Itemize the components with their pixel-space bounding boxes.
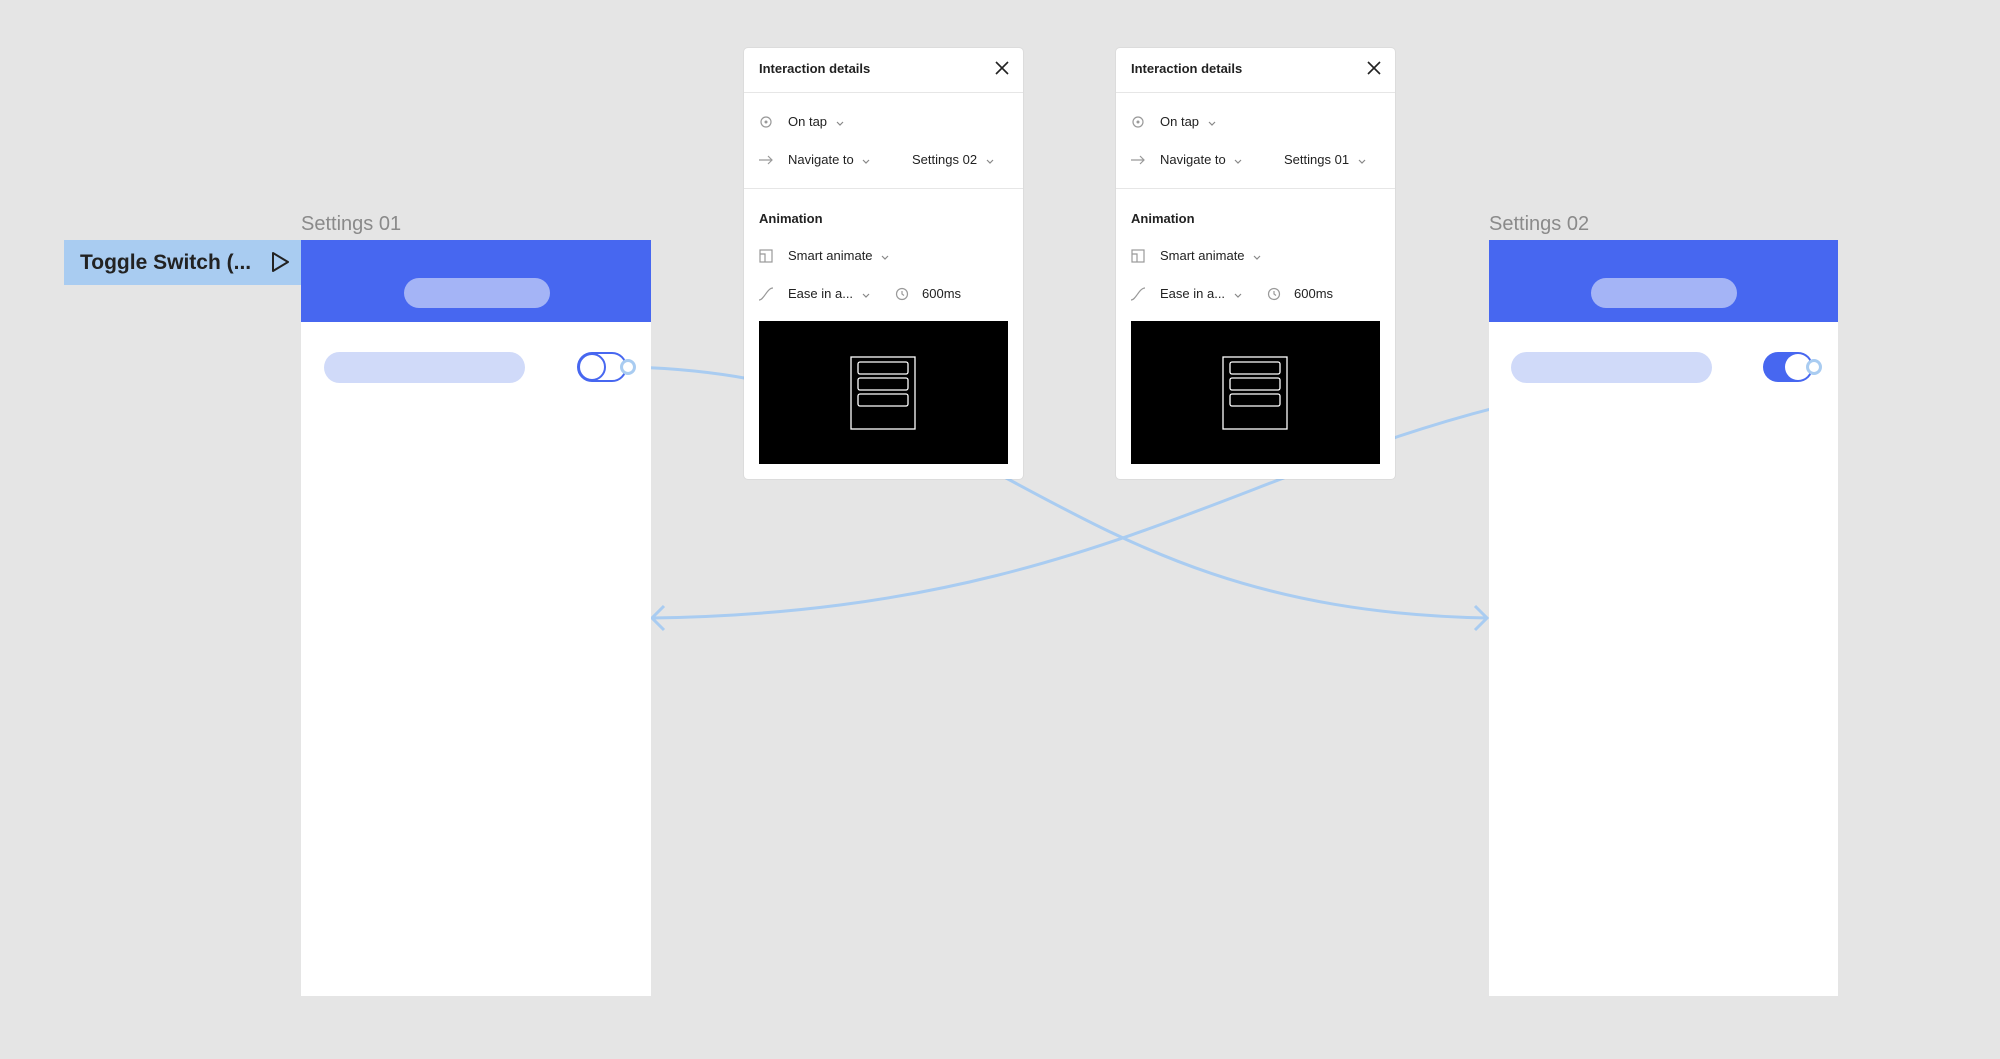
animation-preview (759, 321, 1008, 464)
action-dropdown[interactable]: Navigate to (1160, 152, 1243, 167)
easing-curve-icon (1130, 287, 1146, 301)
trigger-row[interactable]: On tap (744, 110, 1023, 134)
action-row[interactable]: Navigate to Settings 02 (744, 148, 1023, 172)
panel-title: Interaction details (759, 61, 871, 76)
panel-divider (1116, 188, 1395, 189)
chevron-down-icon (1358, 159, 1366, 164)
animation-type-row[interactable]: Smart animate (1116, 244, 1395, 268)
trigger-icon (760, 116, 772, 128)
frame-header (301, 240, 651, 322)
animation-type-value: Smart animate (1160, 248, 1245, 263)
interaction-details-panel: Interaction details On tap Navigate to S… (744, 48, 1023, 479)
chevron-down-icon (1234, 159, 1242, 164)
easing-dropdown[interactable]: Ease in a... (788, 286, 871, 301)
chevron-down-icon (1253, 255, 1261, 260)
panel-title: Interaction details (1131, 61, 1243, 76)
chevron-down-icon (881, 255, 889, 260)
easing-dropdown[interactable]: Ease in a... (1160, 286, 1243, 301)
animation-type-value: Smart animate (788, 248, 873, 263)
easing-curve-icon (758, 287, 774, 301)
header-title-placeholder (404, 278, 550, 308)
animation-heading: Animation (759, 211, 823, 226)
smart-animate-icon (1131, 249, 1145, 263)
trigger-value: On tap (1160, 114, 1200, 129)
animation-preview (1131, 321, 1380, 464)
connection-handle[interactable] (620, 359, 636, 375)
component-tag-label: Toggle Switch (... (80, 250, 250, 274)
trigger-dropdown[interactable]: On tap (1160, 114, 1217, 129)
action-value: Navigate to (788, 152, 854, 167)
header-title-placeholder (1591, 278, 1737, 308)
easing-value: Ease in a... (788, 286, 854, 301)
trigger-row[interactable]: On tap (1116, 110, 1395, 134)
destination-dropdown[interactable]: Settings 02 (912, 152, 995, 167)
component-tag[interactable]: Toggle Switch (... (64, 240, 301, 285)
frame-label-settings-01: Settings 01 (301, 213, 402, 235)
chevron-down-icon (986, 159, 994, 164)
chevron-down-icon (836, 121, 844, 126)
close-icon[interactable] (1365, 59, 1383, 77)
toggle-knob (578, 353, 606, 381)
destination-dropdown[interactable]: Settings 01 (1284, 152, 1367, 167)
trigger-icon (1132, 116, 1144, 128)
arrowhead-right (1473, 604, 1490, 632)
easing-value: Ease in a... (1160, 286, 1226, 301)
arrow-right-icon (1131, 155, 1145, 165)
duration-input[interactable]: 600ms (922, 286, 961, 301)
chevron-down-icon (862, 159, 870, 164)
action-dropdown[interactable]: Navigate to (788, 152, 871, 167)
animation-type-dropdown[interactable]: Smart animate (788, 248, 890, 263)
preview-screen-icon (850, 356, 916, 430)
panel-header: Interaction details (744, 48, 1023, 93)
clock-icon (895, 287, 909, 301)
animation-heading: Animation (1131, 211, 1195, 226)
arrow-right-icon (759, 155, 773, 165)
panel-header: Interaction details (1116, 48, 1395, 93)
row-label-placeholder (1511, 352, 1712, 383)
animation-type-dropdown[interactable]: Smart animate (1160, 248, 1262, 263)
panel-divider (744, 188, 1023, 189)
clock-icon (1267, 287, 1281, 301)
frame-label-settings-02: Settings 02 (1489, 213, 1590, 235)
row-label-placeholder (324, 352, 525, 383)
close-icon[interactable] (993, 59, 1011, 77)
trigger-dropdown[interactable]: On tap (788, 114, 845, 129)
duration-input[interactable]: 600ms (1294, 286, 1333, 301)
easing-row[interactable]: Ease in a... 600ms (1116, 282, 1395, 306)
easing-row[interactable]: Ease in a... 600ms (744, 282, 1023, 306)
preview-screen-icon (1222, 356, 1288, 430)
animation-type-row[interactable]: Smart animate (744, 244, 1023, 268)
frame-settings-01[interactable] (301, 240, 651, 996)
frame-header (1489, 240, 1838, 322)
action-row[interactable]: Navigate to Settings 01 (1116, 148, 1395, 172)
smart-animate-icon (759, 249, 773, 263)
connection-handle[interactable] (1806, 359, 1822, 375)
chevron-down-icon (862, 293, 870, 298)
play-icon[interactable] (269, 251, 291, 273)
trigger-value: On tap (788, 114, 828, 129)
interaction-details-panel: Interaction details On tap Navigate to S… (1116, 48, 1395, 479)
chevron-down-icon (1234, 293, 1242, 298)
arrowhead-left (649, 604, 666, 632)
destination-value: Settings 01 (1284, 152, 1350, 167)
frame-settings-02[interactable] (1489, 240, 1838, 996)
destination-value: Settings 02 (912, 152, 978, 167)
action-value: Navigate to (1160, 152, 1226, 167)
chevron-down-icon (1208, 121, 1216, 126)
